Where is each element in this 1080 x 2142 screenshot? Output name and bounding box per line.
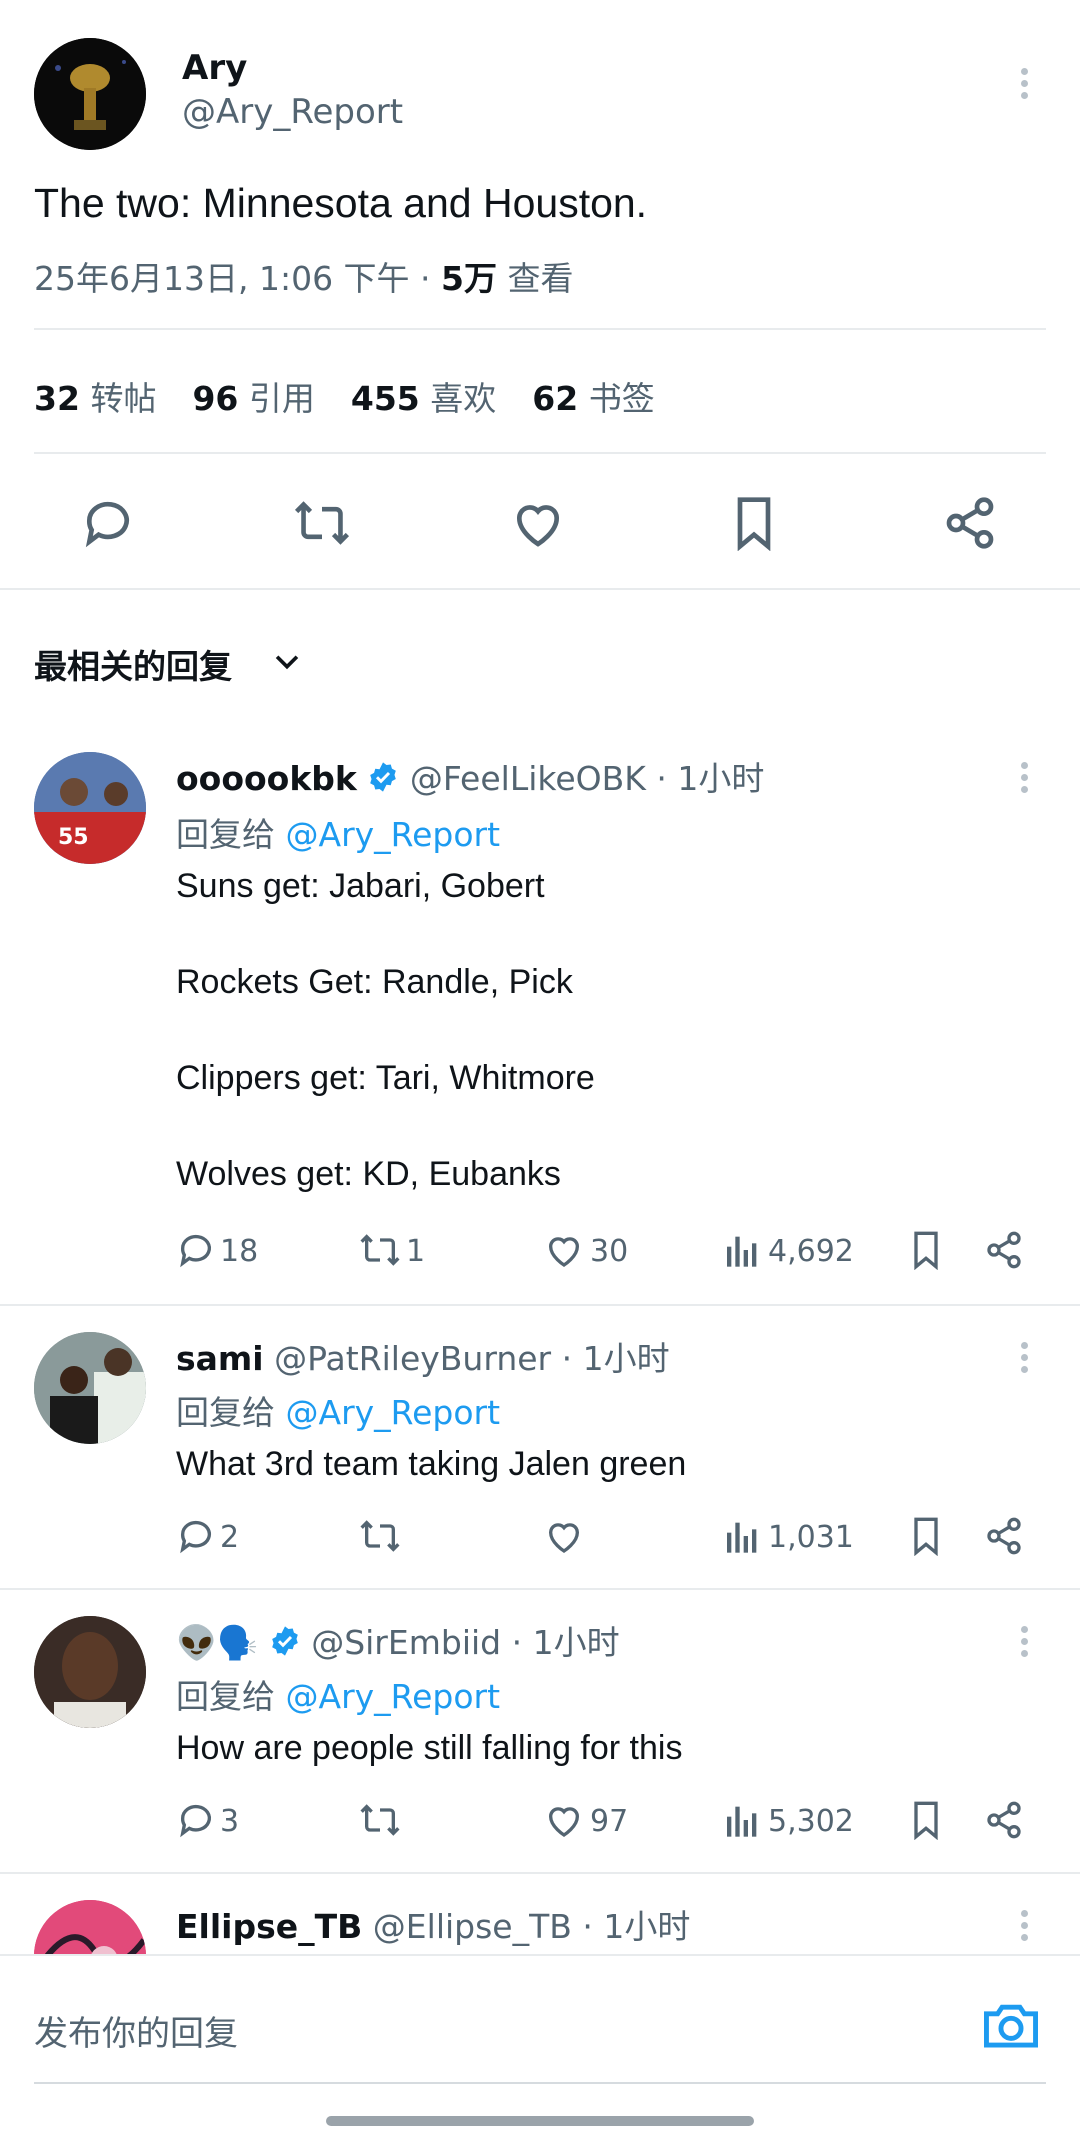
reply-avatar[interactable]: 55 [34, 752, 146, 864]
reply-avatar[interactable] [34, 1332, 146, 1444]
replying-to: 回复给 @Ary_Report [176, 1393, 501, 1432]
more-options-icon[interactable] [1018, 1342, 1030, 1378]
divider [0, 1872, 1080, 1874]
stat-bookmarks[interactable]: 62 书签 [532, 372, 654, 420]
divider [0, 588, 1080, 590]
share-icon[interactable] [984, 1230, 1024, 1270]
reply-header: oooookbk @FeelLikeOBK · 1小时 [176, 752, 764, 801]
bookmark-icon[interactable] [908, 1516, 944, 1556]
retweet-icon[interactable] [358, 1516, 402, 1556]
reply-input[interactable]: 发布你的回复 [34, 2006, 238, 2055]
more-options-icon[interactable] [1018, 762, 1030, 798]
views-count: 5,302 [768, 1804, 854, 1839]
reply-header: 👽🗣️ @SirEmbiid · 1小时 [176, 1616, 620, 1665]
reply-text: What 3rd team taking Jalen green [176, 1445, 687, 1483]
verified-badge-icon [367, 761, 399, 801]
reply-time[interactable]: · 1小时 [562, 1339, 670, 1378]
reply-time[interactable]: · 1小时 [582, 1907, 690, 1946]
bookmark-icon[interactable] [908, 1230, 944, 1270]
retweet-icon[interactable] [292, 495, 352, 551]
stat-quotes[interactable]: 96 引用 [192, 372, 314, 420]
divider [34, 452, 1046, 454]
reply-header: sami @PatRileyBurner · 1小时 [176, 1332, 670, 1380]
tweet-text: The two: Minnesota and Houston. [34, 180, 648, 226]
verified-badge-icon [269, 1625, 301, 1665]
bookmark-icon[interactable] [908, 1800, 944, 1840]
reply-count: 3 [220, 1804, 240, 1839]
camera-icon[interactable] [982, 1998, 1040, 2052]
like-count: 30 [590, 1234, 629, 1269]
player-photo [34, 1332, 146, 1444]
replying-to-link[interactable]: @Ary_Report [286, 815, 501, 854]
stat-retweets[interactable]: 32 转帖 [34, 372, 156, 420]
bookmark-icon[interactable] [728, 495, 780, 551]
player-photo [34, 1616, 146, 1728]
share-icon[interactable] [942, 495, 998, 551]
like-icon[interactable] [510, 495, 566, 551]
reply-author-handle[interactable]: @Ellipse_TB [373, 1907, 572, 1946]
views-label: 查看 [497, 259, 574, 298]
stat-likes[interactable]: 455 喜欢 [351, 372, 496, 420]
reply-time[interactable]: · 1小时 [512, 1623, 620, 1662]
reply-icon[interactable] [176, 1800, 216, 1840]
divider [0, 1304, 1080, 1306]
views-icon[interactable] [724, 1230, 760, 1270]
retweet-icon[interactable] [358, 1800, 402, 1840]
tweet-stats: 32 转帖 96 引用 455 喜欢 62 书签 [34, 372, 655, 420]
more-options-icon[interactable] [1018, 1626, 1030, 1662]
retweet-icon[interactable] [358, 1230, 402, 1270]
views-count: 5万 [441, 259, 497, 298]
tweet-timestamp: 25年6月13日, 1:06 下午 · [34, 259, 442, 298]
author-name[interactable]: Ary [182, 48, 247, 88]
views-icon[interactable] [724, 1800, 760, 1840]
reply-author-name[interactable]: oooookbk [176, 759, 357, 798]
reply-author-handle[interactable]: @FeelLikeOBK [410, 759, 646, 798]
more-options-icon[interactable] [1018, 68, 1030, 104]
reply-icon[interactable] [176, 1230, 216, 1270]
trophy-image [34, 38, 146, 150]
player-photo: 55 [34, 752, 146, 864]
reply-avatar[interactable] [34, 1616, 146, 1728]
views-icon[interactable] [724, 1516, 760, 1556]
like-icon[interactable] [544, 1800, 584, 1840]
author-avatar[interactable] [34, 38, 146, 150]
like-icon[interactable] [544, 1230, 584, 1270]
reply-author-name[interactable]: Ellipse_TB [176, 1907, 362, 1946]
replying-to: 回复给 @Ary_Report [176, 1677, 501, 1716]
retweet-count: 1 [406, 1234, 426, 1269]
more-options-icon[interactable] [1018, 1910, 1030, 1946]
svg-text:55: 55 [58, 825, 89, 850]
reply-time[interactable]: · 1小时 [656, 759, 764, 798]
replies-sort-label[interactable]: 最相关的回复 [34, 640, 232, 688]
reply-text: How are people still falling for this [176, 1729, 683, 1767]
reply-author-name[interactable]: 👽🗣️ [176, 1623, 258, 1662]
share-icon[interactable] [984, 1800, 1024, 1840]
reply-header: Ellipse_TB @Ellipse_TB · 1小时 [176, 1900, 690, 1948]
reply-author-handle[interactable]: @PatRileyBurner [274, 1339, 551, 1378]
reply-icon[interactable] [80, 495, 136, 551]
reply-icon[interactable] [176, 1516, 216, 1556]
chevron-down-icon[interactable] [270, 644, 304, 678]
reply-count: 18 [220, 1234, 259, 1269]
divider [0, 1588, 1080, 1590]
compose-bar: 发布你的回复 [0, 1954, 1080, 2142]
replying-to-link[interactable]: @Ary_Report [286, 1677, 501, 1716]
like-count: 97 [590, 1804, 629, 1839]
share-icon[interactable] [984, 1516, 1024, 1556]
author-handle[interactable]: @Ary_Report [182, 92, 403, 132]
like-icon[interactable] [544, 1516, 584, 1556]
home-indicator[interactable] [326, 2116, 754, 2126]
reply-count: 2 [220, 1520, 240, 1555]
reply-author-name[interactable]: sami [176, 1339, 264, 1378]
views-count: 1,031 [768, 1520, 854, 1555]
reply-author-handle[interactable]: @SirEmbiid [311, 1623, 501, 1662]
compose-underline [34, 2082, 1046, 2084]
reply-text: Suns get: Jabari, Gobert Rockets Get: Ra… [176, 867, 595, 1193]
replying-to-link[interactable]: @Ary_Report [286, 1393, 501, 1432]
views-count: 4,692 [768, 1234, 854, 1269]
tweet-meta: 25年6月13日, 1:06 下午 · 5万 查看 [34, 252, 574, 300]
divider [34, 328, 1046, 330]
replying-to: 回复给 @Ary_Report [176, 815, 501, 854]
